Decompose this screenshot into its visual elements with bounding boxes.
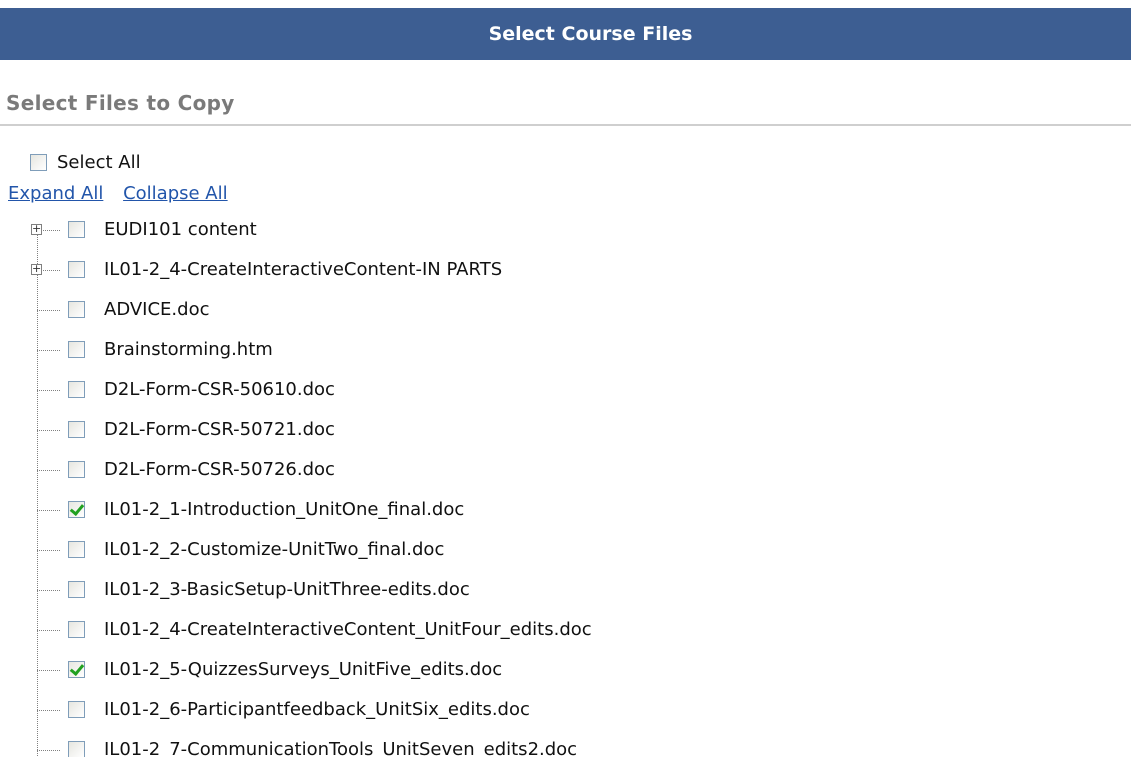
tree-connector-stub [37, 630, 60, 631]
tree-item-checkbox[interactable] [68, 741, 85, 757]
tree-item-label: IL01-2_1-Introduction_UnitOne_final.doc [104, 499, 465, 520]
tree-file-row[interactable]: D2L-Form-CSR-50721.doc [0, 410, 1131, 450]
tree-file-row[interactable]: IL01-2_3-BasicSetup-UnitThree-edits.doc [0, 570, 1131, 610]
tree-item-checkbox[interactable] [68, 621, 85, 638]
collapse-all-link[interactable]: Collapse All [123, 183, 228, 204]
select-all-label: Select All [57, 152, 141, 173]
tree-item-checkbox[interactable] [68, 461, 85, 478]
tree-connector-stub [37, 590, 60, 591]
dialog-title: Select Course Files [488, 23, 693, 45]
select-all-checkbox[interactable] [30, 154, 47, 171]
expand-toggle-icon[interactable]: + [31, 223, 42, 235]
tree-item-label: D2L-Form-CSR-50721.doc [104, 419, 335, 440]
tree-connector-stub [37, 750, 60, 751]
tree-file-row[interactable]: Brainstorming.htm [0, 330, 1131, 370]
tree-file-row[interactable]: IL01-2_4-CreateInteractiveContent_UnitFo… [0, 610, 1131, 650]
tree-item-label: IL01-2_3-BasicSetup-UnitThree-edits.doc [104, 579, 470, 600]
tree-folder-row[interactable]: + EUDI101 content [0, 210, 1131, 250]
tree-item-checkbox[interactable] [68, 421, 85, 438]
tree-folder-row[interactable]: + IL01-2_4-CreateInteractiveContent-IN PA… [0, 250, 1131, 290]
tree-connector-stub [37, 390, 60, 391]
tree-connector-stub [37, 310, 60, 311]
tree-item-checkbox[interactable] [68, 581, 85, 598]
tree-item-label: IL01-2_5-QuizzesSurveys_UnitFive_edits.d… [104, 659, 503, 680]
tree-file-row[interactable]: ADVICE.doc [0, 290, 1131, 330]
expand-collapse-links: Expand All Collapse All [8, 183, 242, 204]
tree-item-label: IL01-2_2-Customize-UnitTwo_final.doc [104, 539, 445, 560]
tree-item-checkbox[interactable] [68, 221, 85, 238]
tree-item-label: D2L-Form-CSR-50726.doc [104, 459, 335, 480]
tree-item-checkbox[interactable] [68, 381, 85, 398]
tree-item-checkbox[interactable] [68, 541, 85, 558]
tree-file-row[interactable]: IL01-2_2-Customize-UnitTwo_final.doc [0, 530, 1131, 570]
tree-connector-stub [37, 430, 60, 431]
dialog-title-bar: Select Course Files [0, 8, 1131, 60]
tree-file-row[interactable]: IL01-2_6-Participantfeedback_UnitSix_edi… [0, 690, 1131, 730]
tree-item-checkbox[interactable] [68, 661, 85, 678]
tree-connector-stub [37, 350, 60, 351]
tree-item-label: IL01-2_6-Participantfeedback_UnitSix_edi… [104, 699, 530, 720]
select-all-row[interactable]: Select All [30, 152, 141, 173]
tree-file-row[interactable]: D2L-Form-CSR-50610.doc [0, 370, 1131, 410]
tree-item-label: IL01-2_4-CreateInteractiveContent-IN PAR… [104, 259, 503, 280]
tree-item-label: IL01-2_7-CommunicationTools_UnitSeven_ed… [104, 739, 578, 757]
page: Select Course Files Select Files to Copy… [0, 0, 1131, 757]
section-header: Select Files to Copy [6, 91, 235, 115]
tree-connector-stub [37, 510, 60, 511]
tree-item-checkbox[interactable] [68, 261, 85, 278]
tree-item-checkbox[interactable] [68, 341, 85, 358]
tree-item-label: EUDI101 content [104, 219, 257, 240]
tree-item-checkbox[interactable] [68, 701, 85, 718]
tree-item-label: ADVICE.doc [104, 299, 210, 320]
tree-file-row[interactable]: IL01-2_7-CommunicationTools_UnitSeven_ed… [0, 730, 1131, 757]
tree-file-row[interactable]: IL01-2_5-QuizzesSurveys_UnitFive_edits.d… [0, 650, 1131, 690]
tree-file-row[interactable]: D2L-Form-CSR-50726.doc [0, 450, 1131, 490]
tree-file-row[interactable]: IL01-2_1-Introduction_UnitOne_final.doc [0, 490, 1131, 530]
tree-item-checkbox[interactable] [68, 501, 85, 518]
tree-item-label: IL01-2_4-CreateInteractiveContent_UnitFo… [104, 619, 592, 640]
expand-toggle-icon[interactable]: + [31, 263, 42, 275]
tree-item-label: Brainstorming.htm [104, 339, 273, 360]
section-divider [0, 124, 1131, 126]
tree-connector-stub [37, 550, 60, 551]
tree-item-label: D2L-Form-CSR-50610.doc [104, 379, 335, 400]
expand-all-link[interactable]: Expand All [8, 183, 103, 204]
tree-connector-stub [37, 710, 60, 711]
tree-connector-stub [37, 670, 60, 671]
tree-connector-stub [37, 470, 60, 471]
tree-item-checkbox[interactable] [68, 301, 85, 318]
